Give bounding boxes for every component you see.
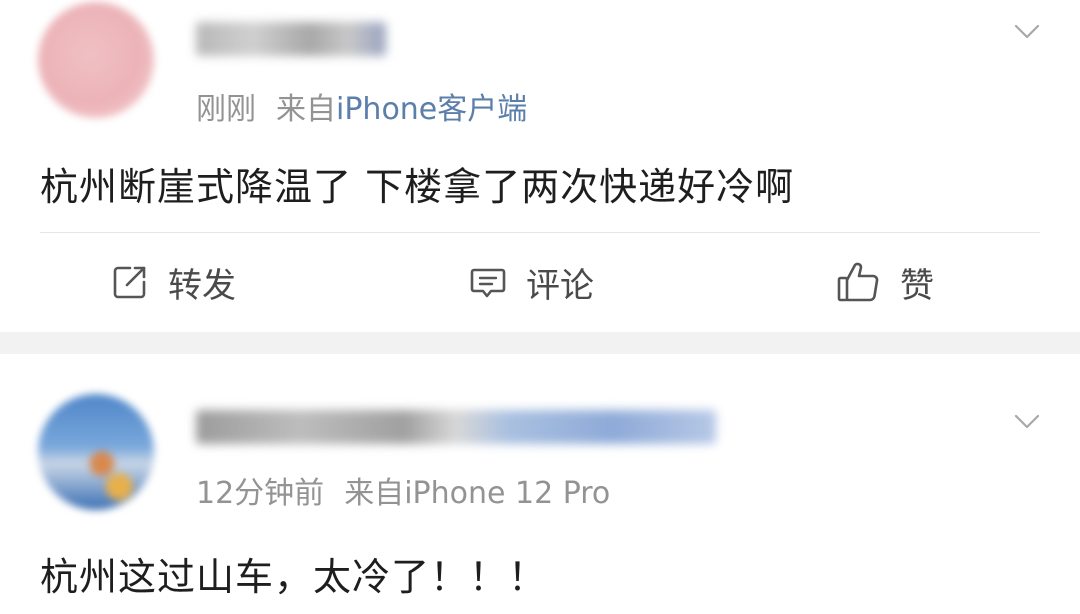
avatar[interactable] (38, 2, 154, 118)
like-label: 赞 (900, 265, 934, 306)
chevron-down-icon[interactable] (1014, 18, 1040, 44)
thumbs-up-icon (837, 262, 879, 302)
feed-post: 12分钟前 来自iPhone 12 Pro 杭州这过山车，太冷了！！！ (0, 354, 1080, 614)
username-blurred[interactable] (196, 410, 716, 444)
source-device: iPhone 12 Pro (404, 476, 611, 511)
source-prefix: 来自 (276, 92, 336, 127)
post-time: 刚刚 (196, 92, 256, 127)
source-prefix: 来自 (344, 476, 405, 511)
post-meta: 刚刚 来自iPhone客户端 (196, 84, 527, 128)
avatar[interactable] (38, 394, 154, 510)
edit-share-icon (113, 266, 146, 299)
source-link[interactable]: iPhone客户端 (336, 92, 527, 127)
feed-post: 刚刚 来自iPhone客户端 杭州断崖式降温了 下楼拿了两次快递好冷啊 转发 评论… (0, 0, 1080, 332)
post-time: 12分钟前 (196, 476, 325, 511)
repost-label: 转发 (168, 265, 236, 306)
divider (40, 232, 1040, 233)
username-blurred[interactable] (196, 22, 386, 56)
chevron-down-icon[interactable] (1014, 408, 1040, 434)
comment-label: 评论 (526, 265, 594, 306)
repost-button[interactable]: 转发 (110, 258, 236, 306)
comment-bubble-icon (470, 268, 506, 298)
like-button[interactable]: 赞 (836, 258, 934, 306)
comment-button[interactable]: 评论 (468, 258, 594, 306)
post-meta: 12分钟前 来自iPhone 12 Pro (196, 468, 610, 512)
post-content[interactable]: 杭州断崖式降温了 下楼拿了两次快递好冷啊 (40, 156, 794, 211)
post-content[interactable]: 杭州这过山车，太冷了！！！ (40, 546, 547, 601)
post-separator (0, 332, 1080, 354)
